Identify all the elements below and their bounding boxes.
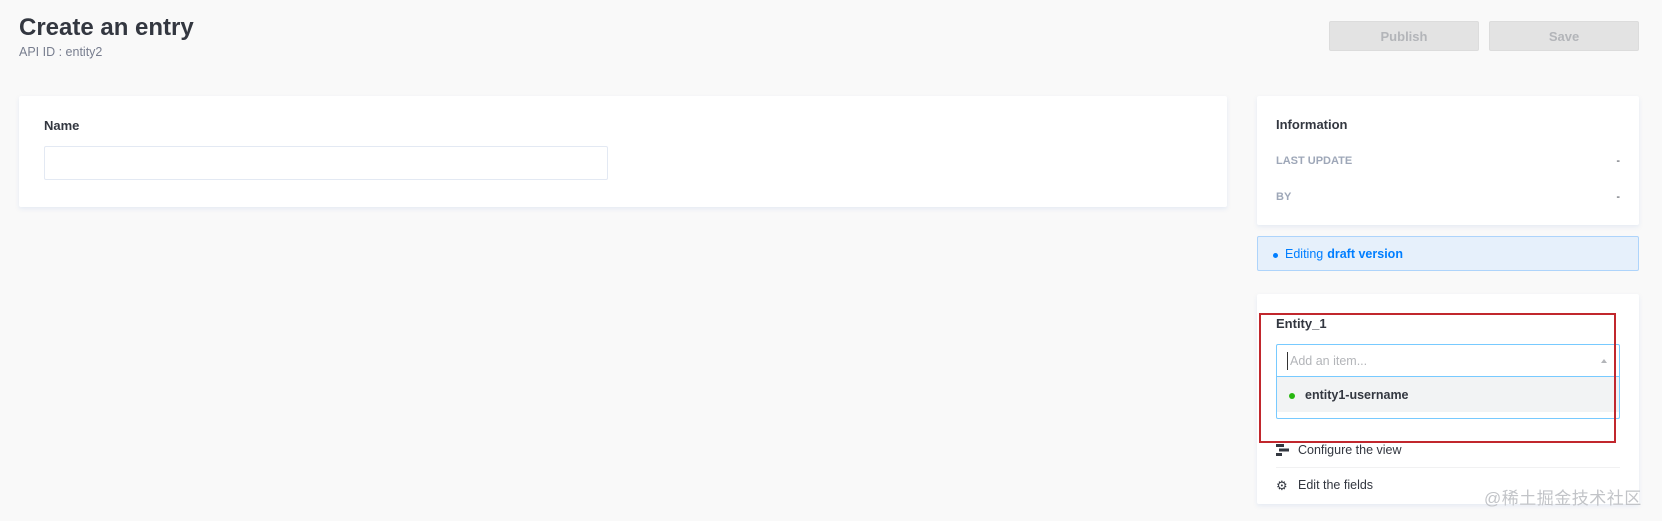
relation-option[interactable]: entity1-username: [1277, 377, 1619, 412]
name-card: Name: [19, 96, 1227, 207]
configure-view-label: Configure the view: [1298, 442, 1402, 457]
by-value: -: [1616, 191, 1620, 203]
information-card: Information LAST UPDATE - BY -: [1257, 96, 1639, 225]
information-title: Information: [1276, 117, 1348, 132]
relation-dropdown-menu: entity1-username: [1276, 377, 1620, 419]
draft-dot-icon: [1273, 253, 1278, 258]
draft-version-notice: Editing draft version: [1257, 236, 1639, 271]
status-dot-icon: [1289, 392, 1295, 399]
gear-icon: ⚙: [1276, 477, 1288, 493]
draft-strong: draft version: [1327, 246, 1403, 261]
layout-icon: [1276, 443, 1290, 457]
relation-card: Entity_1 entity1-username Configure the …: [1257, 294, 1639, 504]
by-label: BY: [1276, 191, 1292, 203]
name-label: Name: [44, 118, 80, 133]
by-row: BY -: [1276, 191, 1620, 203]
publish-button[interactable]: Publish: [1329, 21, 1479, 51]
edit-fields-label: Edit the fields: [1298, 478, 1374, 492]
page-title: Create an entry: [19, 14, 194, 41]
last-update-row: LAST UPDATE -: [1276, 155, 1620, 167]
save-button[interactable]: Save: [1489, 21, 1639, 51]
configure-view-link[interactable]: Configure the view: [1276, 432, 1620, 467]
caret-up-icon[interactable]: [1599, 356, 1609, 366]
relation-select[interactable]: [1276, 344, 1620, 377]
relation-label: Entity_1: [1276, 316, 1327, 331]
draft-prefix: Editing: [1285, 246, 1324, 261]
relation-search-input[interactable]: [1287, 352, 1587, 370]
relation-option-label: entity1-username: [1305, 387, 1409, 402]
watermark: @稀土掘金技术社区: [1484, 489, 1642, 508]
name-input[interactable]: [44, 146, 608, 180]
last-update-label: LAST UPDATE: [1276, 155, 1353, 167]
last-update-value: -: [1616, 155, 1620, 167]
api-id-label: API ID : entity2: [19, 45, 103, 59]
